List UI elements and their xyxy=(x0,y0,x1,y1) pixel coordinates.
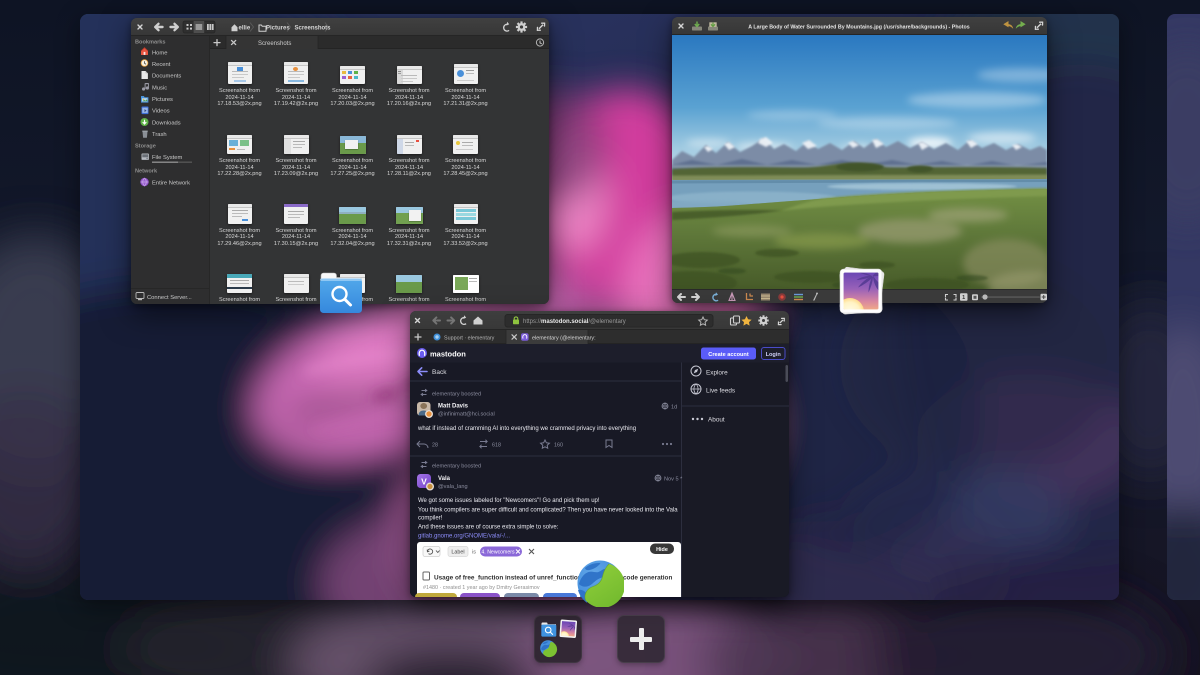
svg-text:Recent: Recent xyxy=(152,62,171,68)
svg-text:Back: Back xyxy=(432,369,447,376)
svg-text:A Large Body of Water Surround: A Large Body of Water Surrounded By Moun… xyxy=(748,25,970,31)
svg-text:Storage: Storage xyxy=(135,144,156,150)
svg-text:Network: Network xyxy=(135,169,158,175)
svg-text:160: 160 xyxy=(554,443,563,449)
svg-text:https://mastodon.social/@eleme: https://mastodon.social/@elementary xyxy=(523,319,626,325)
svg-text:elementary boosted: elementary boosted xyxy=(432,464,481,470)
svg-text:Create account: Create account xyxy=(708,352,749,358)
svg-text:About: About xyxy=(708,417,725,424)
svg-text:1d: 1d xyxy=(671,405,677,411)
svg-text:Entire Network: Entire Network xyxy=(152,181,190,187)
svg-text:what if instead of cramming AI: what if instead of cramming AI into ever… xyxy=(417,426,636,432)
svg-text:You think compilers are super: You think compilers are super difficult … xyxy=(418,508,678,514)
svg-text:Label: Label xyxy=(451,550,464,556)
svg-text:is: is xyxy=(472,550,476,556)
svg-text:Videos: Videos xyxy=(152,109,170,115)
svg-text:Music: Music xyxy=(152,86,167,92)
svg-text:Pictures: Pictures xyxy=(266,26,290,32)
svg-text:ellie: ellie xyxy=(239,26,251,32)
svg-text:File System: File System xyxy=(152,155,182,161)
svg-text:compiler!: compiler! xyxy=(418,516,443,522)
svg-text:Screenshots: Screenshots xyxy=(258,41,291,47)
svg-text:Pictures: Pictures xyxy=(152,97,173,103)
svg-text:1: 1 xyxy=(962,295,965,301)
svg-text:28: 28 xyxy=(432,443,438,449)
svg-text:We got some issues labeled for: We got some issues labeled for "Newcomer… xyxy=(418,498,600,504)
svg-text:Bookmarks: Bookmarks xyxy=(135,40,165,46)
svg-text:gitlab.gnome.org/GNOME/vala/-/: gitlab.gnome.org/GNOME/vala/-/... xyxy=(418,534,510,540)
svg-text:Matt Davis: Matt Davis xyxy=(438,404,469,410)
svg-text:Login: Login xyxy=(766,352,782,358)
svg-text:elementary boosted: elementary boosted xyxy=(432,392,481,398)
svg-text:Explore: Explore xyxy=(706,370,728,377)
svg-text:Nov 5 *: Nov 5 * xyxy=(664,477,683,483)
svg-text:Screenshots: Screenshots xyxy=(295,26,332,32)
svg-text:Trash: Trash xyxy=(152,132,167,138)
svg-text:Support · elementary: Support · elementary xyxy=(444,336,495,342)
svg-text:Downloads: Downloads xyxy=(152,121,181,127)
svg-text:Home: Home xyxy=(152,51,167,57)
svg-text:@vala_lang: @vala_lang xyxy=(438,484,468,490)
svg-text:And these issues are of course: And these issues are of course extra sim… xyxy=(418,525,559,531)
svg-text:code generation: code generation xyxy=(623,575,672,582)
svg-text:4. Newcomers: 4. Newcomers xyxy=(481,550,515,556)
svg-text:Vala: Vala xyxy=(438,476,451,482)
svg-text:Connect Server...: Connect Server... xyxy=(147,295,192,301)
svg-text:@infinimatt@hci.social: @infinimatt@hci.social xyxy=(438,412,495,418)
svg-text:Usage of free_function instead: Usage of free_function instead of unref_… xyxy=(434,575,593,582)
svg-text:elementary (@elementary:: elementary (@elementary: xyxy=(532,336,596,342)
svg-text:Documents: Documents xyxy=(152,74,181,80)
svg-text:Live feeds: Live feeds xyxy=(706,388,735,395)
svg-text:Hide: Hide xyxy=(656,547,668,553)
svg-text:618: 618 xyxy=(492,443,501,449)
svg-text:#1480 · created 1 year ago by: #1480 · created 1 year ago by Dmitry Ger… xyxy=(423,585,540,591)
svg-text:mastodon: mastodon xyxy=(430,350,466,359)
